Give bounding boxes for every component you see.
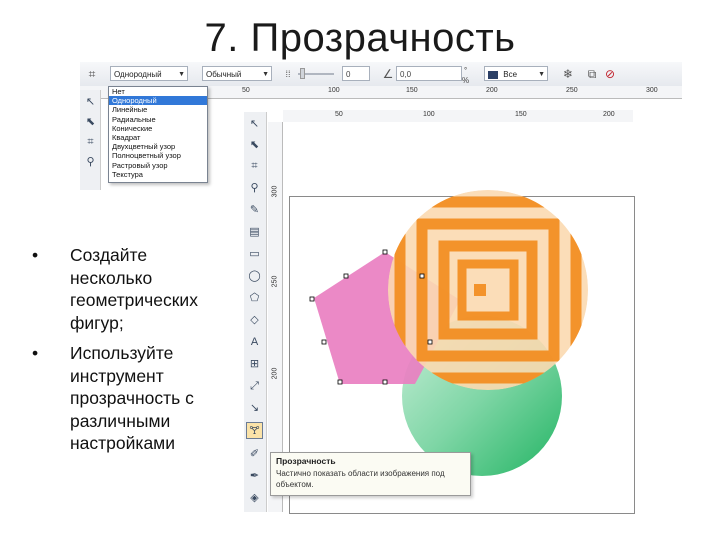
toolbox-main: ↖ ⬉ ⌗ ⚲ ✎ ▤ ▭ ◯ ⬠ ◇ A ⊞ ⤢ ↘ 🝖 ✐ ✒ ◈ xyxy=(244,112,267,512)
basic-shapes-tool-icon[interactable]: ◇ xyxy=(246,312,263,329)
fill-tool-icon[interactable]: ◈ xyxy=(246,490,263,507)
tooltip-title: Прозрачность xyxy=(276,456,336,466)
shape-tool-icon[interactable]: ⬉ xyxy=(246,137,263,154)
list-item: • Создайте несколько геометрических фигу… xyxy=(30,244,230,334)
dropdown-option[interactable]: Квадрат xyxy=(109,133,207,142)
table-tool-icon[interactable]: ⊞ xyxy=(246,356,263,373)
dropdown-option[interactable]: Полноцветный узор xyxy=(109,151,207,160)
tooltip-text: Частично показать области изображения по… xyxy=(276,469,445,489)
transparency-type-list: Нет Однородный Линейные Радиальные Конич… xyxy=(108,86,208,183)
transparency-tool-icon[interactable]: 🝖 xyxy=(246,422,263,439)
dropdown-option[interactable]: Растровый узор xyxy=(109,161,207,170)
dropdown-option[interactable]: Двухцветный узор xyxy=(109,142,207,151)
pick-tool-icon[interactable]: ↖ xyxy=(246,116,263,133)
ellipse-tool-icon[interactable]: ◯ xyxy=(246,268,263,285)
dropdown-option[interactable]: Нет xyxy=(109,87,207,96)
list-item-text: Используйте инструмент прозрачность с ра… xyxy=(70,343,194,453)
outline-tool-icon[interactable]: ✒ xyxy=(246,468,263,485)
list-item-text: Создайте несколько геометрических фигур; xyxy=(70,245,198,333)
transparency-tooltip: Прозрачность Частично показать области и… xyxy=(270,452,471,496)
bullet-icon: • xyxy=(32,245,39,265)
dropdown-option[interactable]: Радиальные xyxy=(109,115,207,124)
polygon-tool-icon[interactable]: ⬠ xyxy=(246,290,263,307)
smart-fill-tool-icon[interactable]: ▤ xyxy=(246,224,263,241)
freehand-tool-icon[interactable]: ✎ xyxy=(246,202,263,219)
bullet-icon: • xyxy=(32,343,39,363)
dropdown-option[interactable]: Текстура xyxy=(109,170,207,179)
dimension-tool-icon[interactable]: ⤢ xyxy=(246,378,263,395)
dropdown-option[interactable]: Конические xyxy=(109,124,207,133)
zoom-tool-icon[interactable]: ⚲ xyxy=(246,180,263,197)
instruction-list: • Создайте несколько геометрических фигу… xyxy=(30,244,230,463)
blend-tool-icon[interactable] xyxy=(246,400,263,417)
dropdown-option[interactable]: Линейные xyxy=(109,105,207,114)
text-tool-icon[interactable]: A xyxy=(246,334,263,351)
rectangle-tool-icon[interactable]: ▭ xyxy=(246,246,263,263)
list-item: • Используйте инструмент прозрачность с … xyxy=(30,342,230,455)
crop-tool-icon[interactable]: ⌗ xyxy=(246,158,263,175)
eyedropper-tool-icon[interactable]: ✐ xyxy=(246,446,263,463)
dropdown-option-selected[interactable]: Однородный xyxy=(109,96,207,106)
